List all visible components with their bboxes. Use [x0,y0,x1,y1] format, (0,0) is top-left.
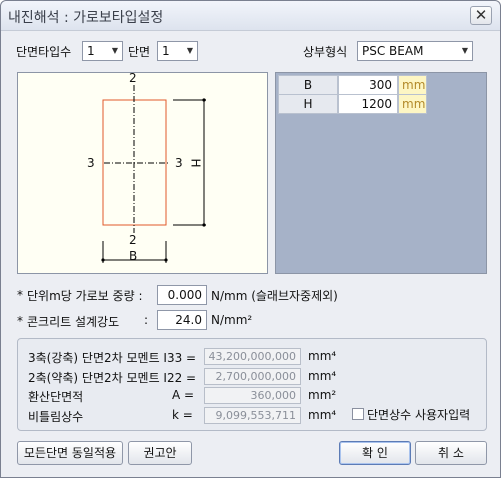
section-value: 1 [162,44,170,58]
section-label: 단면 [128,45,151,59]
dim-h-tick-top [202,98,206,102]
close-icon: ✕ [474,6,488,24]
section-select[interactable]: 1 ▼ [157,41,198,61]
ok-button[interactable]: 확 인 [339,441,411,465]
dim-name-cell: B [278,75,338,95]
axis-label-right: 3 [175,156,183,170]
dim-h-tick-bottom [202,223,206,227]
user-input-checkbox[interactable] [352,408,364,420]
weight-unit: N/mm (슬래브자중제외) [211,289,338,303]
strength-bullet: * [17,314,23,328]
dim-b-value-cell[interactable]: 300 [338,75,398,95]
cancel-button[interactable]: 취 소 [415,441,487,465]
section-properties-group: 3축(강축) 단면2차 모멘트 I33 = 43,200,000,000 mm⁴… [17,338,487,431]
area-symbol: A = [172,388,195,402]
weight-label: 단위m당 가로보 중량 : [27,289,143,303]
strength-unit: N/mm² [211,313,253,327]
area-value: 360,000 [204,387,301,404]
area-label: 환산단면적 [28,390,84,404]
i22-label: 2축(약축) 단면2차 모멘트 I22 = [28,371,197,385]
apply-all-sections-button[interactable]: 모든단면 동일적용 [17,441,123,465]
user-input-label[interactable]: 단면상수 사용자입력 [367,406,470,423]
chevron-down-icon: ▼ [461,46,469,55]
axis-label-top: 2 [129,71,137,85]
i22-value: 2,700,000,000 [204,368,301,385]
chevron-down-icon: ▼ [186,46,194,55]
i33-unit: mm⁴ [308,349,337,363]
weight-input[interactable]: 0.000 [157,285,207,305]
window-title: 내진해석 : 가로보타입설정 [8,10,164,26]
torsion-label: 비틀림상수 [28,410,84,424]
section-type-count-value: 1 [87,44,95,58]
weight-bullet: * [17,288,23,302]
torsion-symbol: k = [172,408,193,422]
strength-input[interactable]: 24.0 [157,310,207,330]
dim-h-value-cell[interactable]: 1200 [338,94,398,114]
axis-label-bottom: 2 [129,233,137,247]
axis-label-left: 3 [87,156,95,170]
dim-unit-cell: mm [398,75,427,95]
dim-b-tick-right [164,258,168,262]
i22-unit: mm⁴ [308,369,337,383]
title-bar[interactable]: 내진해석 : 가로보타입설정 ✕ [1,1,500,31]
dialog-window: 내진해석 : 가로보타입설정 ✕ 단면타입수 1 ▼ 단면 1 ▼ 상부형식 P… [0,0,501,478]
dimension-grid: B 300 mm H 1200 mm [275,72,487,274]
dim-b-tick-left [101,258,105,262]
i33-label: 3축(강축) 단면2차 모멘트 I33 = [28,351,197,365]
i33-value: 43,200,000,000 [204,348,301,365]
chevron-down-icon: ▼ [111,46,119,55]
dim-name-cell: H [278,94,338,114]
superstructure-label: 상부형식 [303,45,348,59]
section-type-count-select[interactable]: 1 ▼ [82,41,123,61]
dim-b-label: B [129,249,138,263]
torsion-value: 9,099,553,711 [204,407,301,424]
recommended-button[interactable]: 권고안 [128,441,192,465]
section-drawing [101,85,206,263]
strength-label: 콘크리트 설계강도 [27,315,120,329]
dim-unit-cell: mm [398,94,427,114]
section-diagram: 2 2 3 3 H B [17,71,268,274]
section-type-count-label: 단면타입수 [16,45,72,59]
superstructure-select[interactable]: PSC BEAM ▼ [357,41,473,61]
superstructure-value: PSC BEAM [362,44,424,58]
torsion-unit: mm⁴ [308,408,337,422]
strength-colon: : [144,313,149,327]
dim-h-label: H [188,158,203,168]
area-unit: mm² [308,388,337,402]
close-button[interactable]: ✕ [470,6,492,25]
